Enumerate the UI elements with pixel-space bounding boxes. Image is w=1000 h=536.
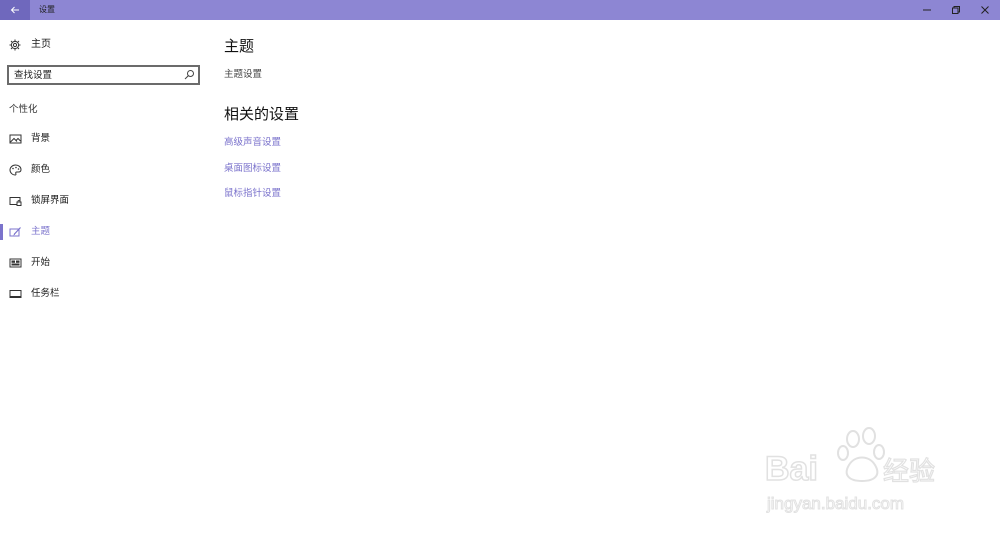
close-icon bbox=[981, 6, 989, 14]
home-label: 主页 bbox=[31, 39, 51, 50]
sidebar-item-taskbar[interactable]: 任务栏 bbox=[0, 283, 210, 305]
sidebar-item-start[interactable]: 开始 bbox=[0, 252, 210, 274]
back-button[interactable] bbox=[0, 0, 30, 20]
search-icon[interactable] bbox=[184, 69, 195, 80]
page-title: 主题 bbox=[224, 37, 255, 55]
taskbar-icon bbox=[9, 290, 22, 298]
theme-settings-label: 主题设置 bbox=[224, 69, 263, 80]
sidebar-item-label: 主题 bbox=[31, 226, 51, 237]
sidebar-item-colors[interactable]: 颜色 bbox=[0, 159, 210, 181]
sidebar-item-label: 任务栏 bbox=[31, 288, 60, 299]
baidu-watermark: Bai 经验 jingyan.baidu.com bbox=[764, 425, 955, 520]
sidebar-item-themes[interactable]: 主题 bbox=[0, 221, 210, 243]
restore-button[interactable] bbox=[941, 0, 971, 20]
search-box[interactable] bbox=[7, 65, 200, 85]
search-input[interactable] bbox=[14, 68, 174, 82]
palette-icon bbox=[9, 164, 22, 176]
theme-brush-icon bbox=[9, 227, 21, 237]
sidebar-item-label: 颜色 bbox=[31, 164, 51, 175]
image-icon bbox=[9, 134, 22, 144]
lock-screen-icon bbox=[9, 197, 22, 206]
svg-text:jingyan.baidu.com: jingyan.baidu.com bbox=[766, 494, 904, 513]
svg-text:Bai: Bai bbox=[765, 450, 818, 488]
gear-icon bbox=[9, 39, 21, 51]
section-label: 个性化 bbox=[9, 104, 38, 115]
active-indicator bbox=[0, 224, 3, 240]
advanced-sound-settings-link[interactable]: 高级声音设置 bbox=[224, 134, 281, 148]
sidebar-item-background[interactable]: 背景 bbox=[0, 128, 210, 150]
related-settings-heading: 相关的设置 bbox=[224, 105, 300, 123]
minimize-icon bbox=[923, 9, 931, 11]
sidebar-item-label: 锁屏界面 bbox=[31, 195, 70, 206]
start-tiles-icon bbox=[9, 258, 22, 268]
arrow-left-icon bbox=[10, 6, 19, 14]
sidebar-item-home[interactable]: 主页 bbox=[0, 34, 210, 56]
restore-icon bbox=[952, 6, 960, 14]
sidebar: 主页 个性化 背景 颜色 锁屏界面 bbox=[0, 20, 210, 536]
sidebar-item-lock-screen[interactable]: 锁屏界面 bbox=[0, 190, 210, 212]
baidu-paw-logo: Bai 经验 jingyan.baidu.com bbox=[764, 427, 936, 514]
sidebar-item-label: 背景 bbox=[31, 133, 51, 144]
minimize-button[interactable] bbox=[912, 0, 942, 20]
window-title: 设置 bbox=[39, 5, 55, 14]
svg-text:经验: 经验 bbox=[883, 457, 935, 487]
mouse-pointer-settings-link[interactable]: 鼠标指针设置 bbox=[224, 185, 281, 199]
title-bar: 设置 bbox=[0, 0, 1000, 20]
desktop-icon-settings-link[interactable]: 桌面图标设置 bbox=[224, 160, 281, 174]
sidebar-item-label: 开始 bbox=[31, 257, 51, 268]
close-button[interactable] bbox=[970, 0, 1000, 20]
